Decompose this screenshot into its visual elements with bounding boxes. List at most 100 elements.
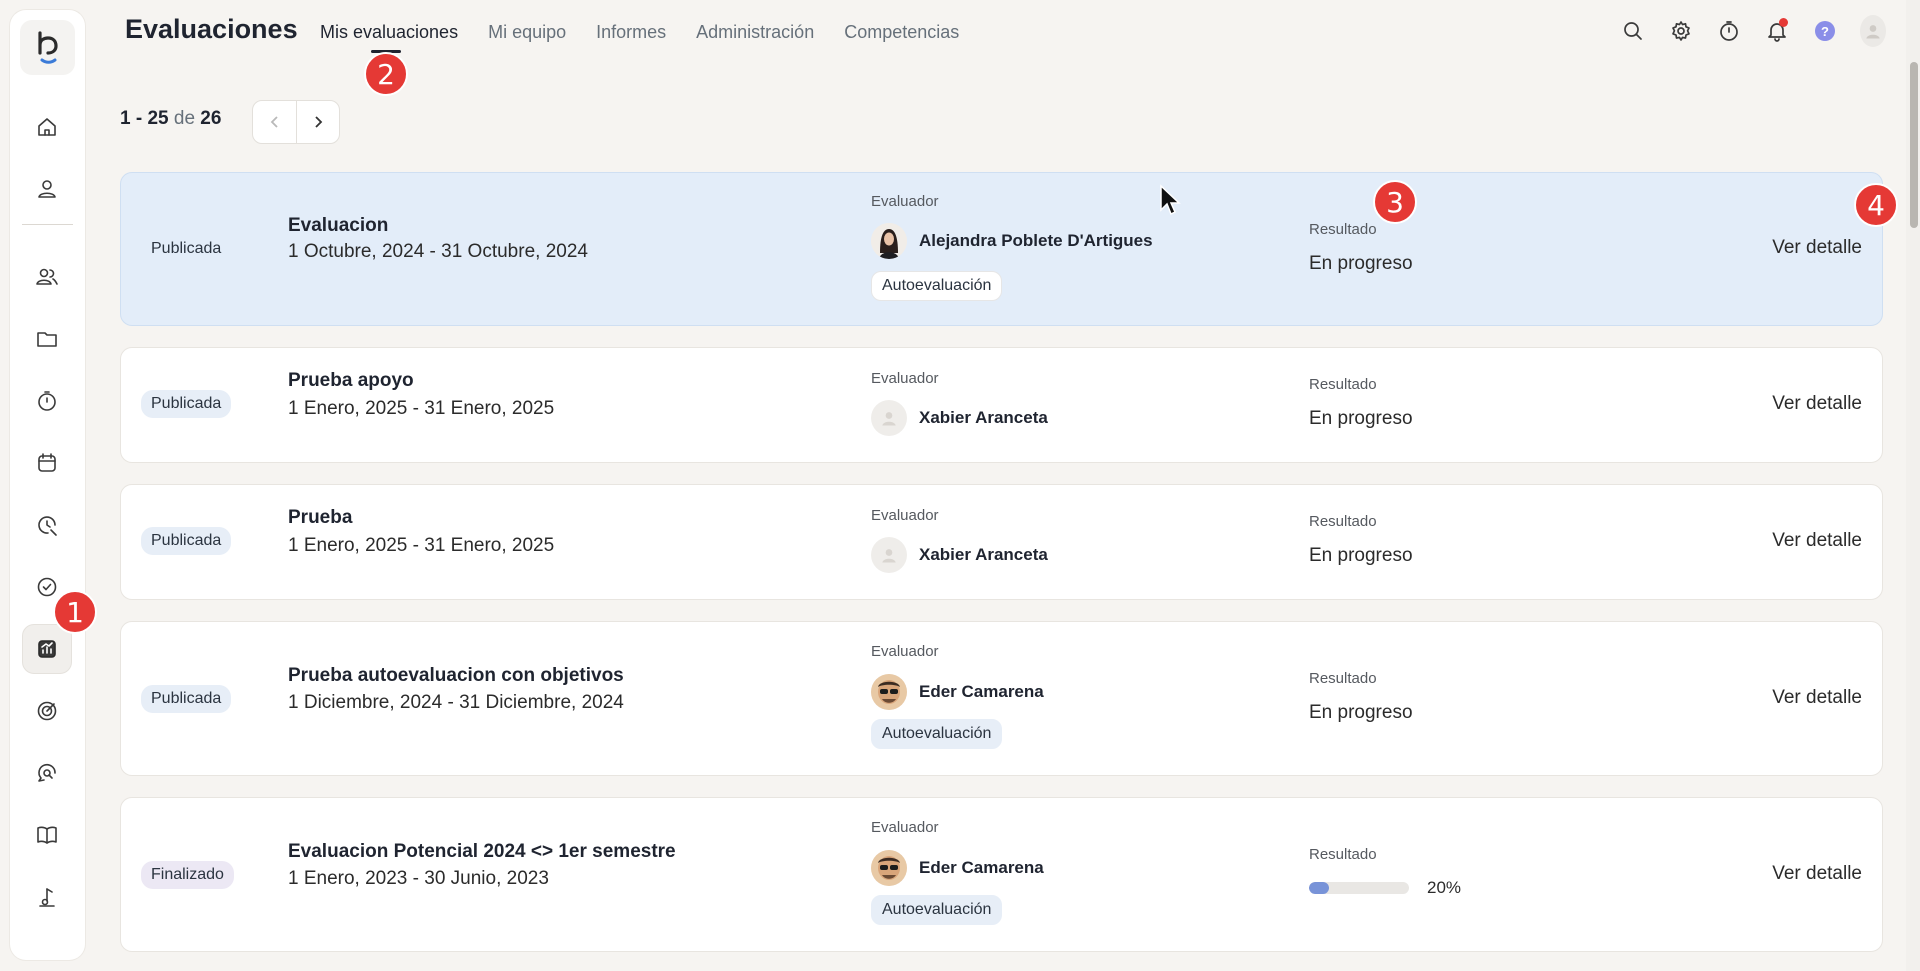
evaluator-label: Evaluador (871, 643, 939, 660)
evaluation-dates: 1 Enero, 2023 - 30 Junio, 2023 (288, 868, 549, 889)
chat-search-icon (38, 763, 56, 782)
woman-portrait-icon (871, 223, 907, 259)
help-button[interactable]: ? (1812, 16, 1838, 46)
tab-competencias[interactable]: Competencias (844, 22, 959, 43)
book-icon (37, 826, 57, 844)
evaluator: Alejandra Poblete D'Artigues (871, 223, 1153, 259)
search-button[interactable] (1620, 16, 1646, 46)
evaluation-dates: 1 Diciembre, 2024 - 31 Diciembre, 2024 (288, 692, 624, 713)
tab-informes[interactable]: Informes (596, 22, 666, 43)
evaluator-avatar (871, 400, 907, 436)
evaluation-card[interactable]: Publicada Prueba 1 Enero, 2025 - 31 Ener… (120, 484, 1883, 600)
top-toolbar: ? (1620, 15, 1886, 47)
notifications-button[interactable] (1764, 16, 1790, 46)
result-label: Resultado (1309, 221, 1377, 238)
evaluation-card[interactable]: Publicada Prueba apoyo 1 Enero, 2025 - 3… (120, 347, 1883, 463)
view-detail-link[interactable]: Ver detalle (1772, 687, 1862, 709)
sidebar-item-people[interactable] (22, 252, 72, 302)
result-label: Resultado (1309, 376, 1377, 393)
user-avatar-icon (1866, 25, 1880, 39)
result-progress: 20% (1309, 878, 1461, 898)
evaluation-title: Evaluacion Potencial 2024 <> 1er semestr… (288, 841, 676, 862)
result-value: En progreso (1309, 545, 1413, 566)
timer-button[interactable] (1716, 16, 1742, 46)
annotation-marker-2: 2 (364, 52, 408, 96)
progress-fill (1309, 882, 1329, 894)
home-icon (38, 118, 56, 136)
view-detail-link[interactable]: Ver detalle (1772, 530, 1862, 552)
progress-bar (1309, 882, 1409, 894)
music-note-icon (39, 888, 55, 907)
view-detail-link[interactable]: Ver detalle (1772, 863, 1862, 885)
pagination-range: 1 - 25 (120, 108, 169, 129)
status-badge: Publicada (141, 685, 232, 713)
sidebar (10, 10, 85, 960)
chevron-left-icon (270, 116, 278, 128)
next-page-button[interactable] (296, 101, 339, 143)
evaluation-type-tag: Autoevaluación (871, 719, 1003, 749)
evaluation-card[interactable]: Finalizado Evaluacion Potencial 2024 <> … (120, 797, 1883, 952)
target-icon (37, 701, 57, 721)
evaluator: Eder Camarena (871, 674, 1044, 710)
evaluator-name: Eder Camarena (919, 682, 1044, 701)
man-portrait-icon (871, 850, 907, 886)
help-icon: ? (1815, 21, 1835, 41)
previous-page-button[interactable] (253, 101, 296, 143)
evaluator-name: Xabier Aranceta (919, 408, 1048, 427)
sidebar-item-culture[interactable] (22, 872, 72, 922)
progress-value: 20% (1427, 878, 1462, 897)
evaluation-dates: 1 Octubre, 2024 - 31 Octubre, 2024 (288, 241, 588, 262)
sidebar-item-profile[interactable] (22, 164, 72, 214)
sidebar-item-surveys[interactable] (22, 748, 72, 798)
evaluation-card[interactable]: Publicada Evaluacion 1 Octubre, 2024 - 3… (120, 172, 1883, 326)
evaluation-title: Evaluacion (288, 215, 389, 236)
pagination-total: 26 (200, 108, 222, 129)
sidebar-item-objectives[interactable] (22, 686, 72, 736)
result-value: En progreso (1309, 408, 1413, 429)
evaluation-card[interactable]: Publicada Prueba autoevaluacion con obje… (120, 621, 1883, 776)
user-icon (38, 180, 56, 198)
tab-administracion[interactable]: Administración (696, 22, 814, 43)
app-logo[interactable] (20, 20, 75, 75)
status-badge: Publicada (141, 390, 232, 418)
time-history-icon (38, 516, 57, 536)
result-value: En progreso (1309, 702, 1413, 723)
settings-button[interactable] (1668, 16, 1694, 46)
sidebar-item-training[interactable] (22, 810, 72, 860)
tab-mis-evaluaciones[interactable]: Mis evaluaciones (320, 22, 458, 53)
scrollbar-thumb[interactable] (1910, 62, 1918, 228)
sidebar-item-calendar[interactable] (22, 438, 72, 488)
evaluator: Xabier Aranceta (871, 400, 1048, 436)
annotation-marker-1: 1 (53, 590, 97, 634)
tab-mi-equipo[interactable]: Mi equipo (488, 22, 566, 43)
view-detail-link[interactable]: Ver detalle (1772, 237, 1862, 259)
annotation-marker-3: 3 (1373, 180, 1417, 224)
evaluator-name: Eder Camarena (919, 858, 1044, 877)
sidebar-item-home[interactable] (22, 102, 72, 152)
evaluation-title: Prueba (288, 507, 353, 528)
main-tabs: Mis evaluaciones Mi equipo Informes Admi… (320, 22, 959, 53)
stopwatch-icon (1720, 21, 1738, 41)
man-portrait-icon (871, 674, 907, 710)
evaluation-title: Prueba apoyo (288, 370, 414, 391)
sidebar-item-time-off[interactable] (22, 500, 72, 550)
evaluator-avatar (871, 850, 907, 886)
page-title: Evaluaciones (125, 14, 298, 44)
user-placeholder-icon (882, 549, 896, 563)
annotation-marker-4: 4 (1854, 183, 1898, 227)
evaluator-name: Alejandra Poblete D'Artigues (919, 231, 1153, 250)
status-badge: Finalizado (141, 861, 234, 889)
check-circle-icon (37, 577, 57, 597)
evaluator-label: Evaluador (871, 507, 939, 524)
status-badge: Publicada (141, 527, 232, 555)
sidebar-item-documents[interactable] (22, 314, 72, 364)
folder-icon (37, 332, 57, 347)
evaluator-label: Evaluador (871, 193, 939, 210)
sidebar-item-time[interactable] (22, 376, 72, 426)
user-menu[interactable] (1860, 15, 1886, 47)
page-scrollbar[interactable] (1906, 0, 1920, 971)
evaluator-avatar (871, 223, 907, 259)
view-detail-link[interactable]: Ver detalle (1772, 393, 1862, 415)
evaluation-title: Prueba autoevaluacion con objetivos (288, 665, 624, 686)
evaluations-chart-icon (38, 640, 56, 658)
